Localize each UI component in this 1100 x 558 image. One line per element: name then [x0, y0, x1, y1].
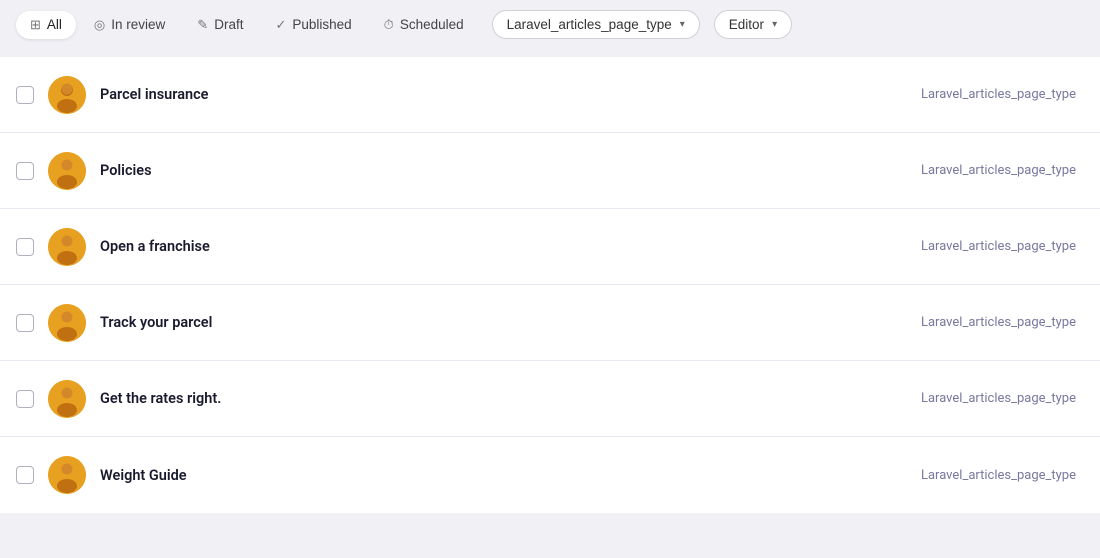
check-icon: ✓ — [275, 17, 286, 33]
avatar — [48, 456, 86, 494]
filter-draft[interactable]: ✎ Draft — [183, 11, 257, 39]
table-row: Get the rates right. Laravel_articles_pa… — [0, 361, 1100, 437]
editor-label: Editor — [729, 17, 764, 32]
circle-dots-icon: ◎ — [94, 17, 105, 33]
row-title: Open a franchise — [100, 238, 907, 255]
pencil-icon: ✎ — [197, 17, 208, 33]
row-title: Get the rates right. — [100, 390, 907, 407]
avatar — [48, 76, 86, 114]
filter-in-review-label: In review — [111, 17, 165, 32]
row-checkbox[interactable] — [16, 390, 34, 408]
row-type: Laravel_articles_page_type — [921, 239, 1076, 254]
clock-icon: ⏱ — [384, 17, 394, 33]
filter-draft-label: Draft — [214, 17, 243, 32]
table-row: Weight Guide Laravel_articles_page_type — [0, 437, 1100, 513]
filter-all[interactable]: ⊞ All — [16, 11, 76, 39]
table-row: Track your parcel Laravel_articles_page_… — [0, 285, 1100, 361]
avatar — [48, 152, 86, 190]
filter-published[interactable]: ✓ Published — [261, 11, 365, 39]
chevron-down-icon: ▾ — [680, 19, 685, 30]
row-type: Laravel_articles_page_type — [921, 315, 1076, 330]
row-title: Parcel insurance — [100, 86, 907, 103]
editor-dropdown[interactable]: Editor ▾ — [714, 10, 792, 39]
table-row: Parcel insurance Laravel_articles_page_t… — [0, 57, 1100, 133]
layers-icon: ⊞ — [30, 17, 41, 33]
table-row: Policies Laravel_articles_page_type — [0, 133, 1100, 209]
filter-scheduled[interactable]: ⏱ Scheduled — [370, 11, 478, 39]
row-type: Laravel_articles_page_type — [921, 87, 1076, 102]
row-type: Laravel_articles_page_type — [921, 163, 1076, 178]
row-type: Laravel_articles_page_type — [921, 391, 1076, 406]
row-checkbox[interactable] — [16, 86, 34, 104]
avatar — [48, 304, 86, 342]
page-type-dropdown[interactable]: Laravel_articles_page_type ▾ — [492, 10, 700, 39]
filter-all-label: All — [47, 17, 62, 32]
row-title: Track your parcel — [100, 314, 907, 331]
filter-in-review[interactable]: ◎ In review — [80, 11, 179, 39]
chevron-down-icon: ▾ — [772, 19, 777, 30]
row-title: Policies — [100, 162, 907, 179]
row-checkbox[interactable] — [16, 162, 34, 180]
filter-group: ⊞ All ◎ In review ✎ Draft ✓ Published ⏱ … — [16, 11, 478, 39]
avatar — [48, 228, 86, 266]
row-checkbox[interactable] — [16, 314, 34, 332]
avatar — [48, 380, 86, 418]
page-type-label: Laravel_articles_page_type — [507, 17, 672, 32]
filter-bar: ⊞ All ◎ In review ✎ Draft ✓ Published ⏱ … — [0, 0, 1100, 49]
filter-scheduled-label: Scheduled — [400, 17, 464, 32]
filter-published-label: Published — [292, 17, 351, 32]
row-checkbox[interactable] — [16, 466, 34, 484]
row-checkbox[interactable] — [16, 238, 34, 256]
row-type: Laravel_articles_page_type — [921, 468, 1076, 483]
content-table: Parcel insurance Laravel_articles_page_t… — [0, 57, 1100, 513]
table-row: Open a franchise Laravel_articles_page_t… — [0, 209, 1100, 285]
row-title: Weight Guide — [100, 467, 907, 484]
